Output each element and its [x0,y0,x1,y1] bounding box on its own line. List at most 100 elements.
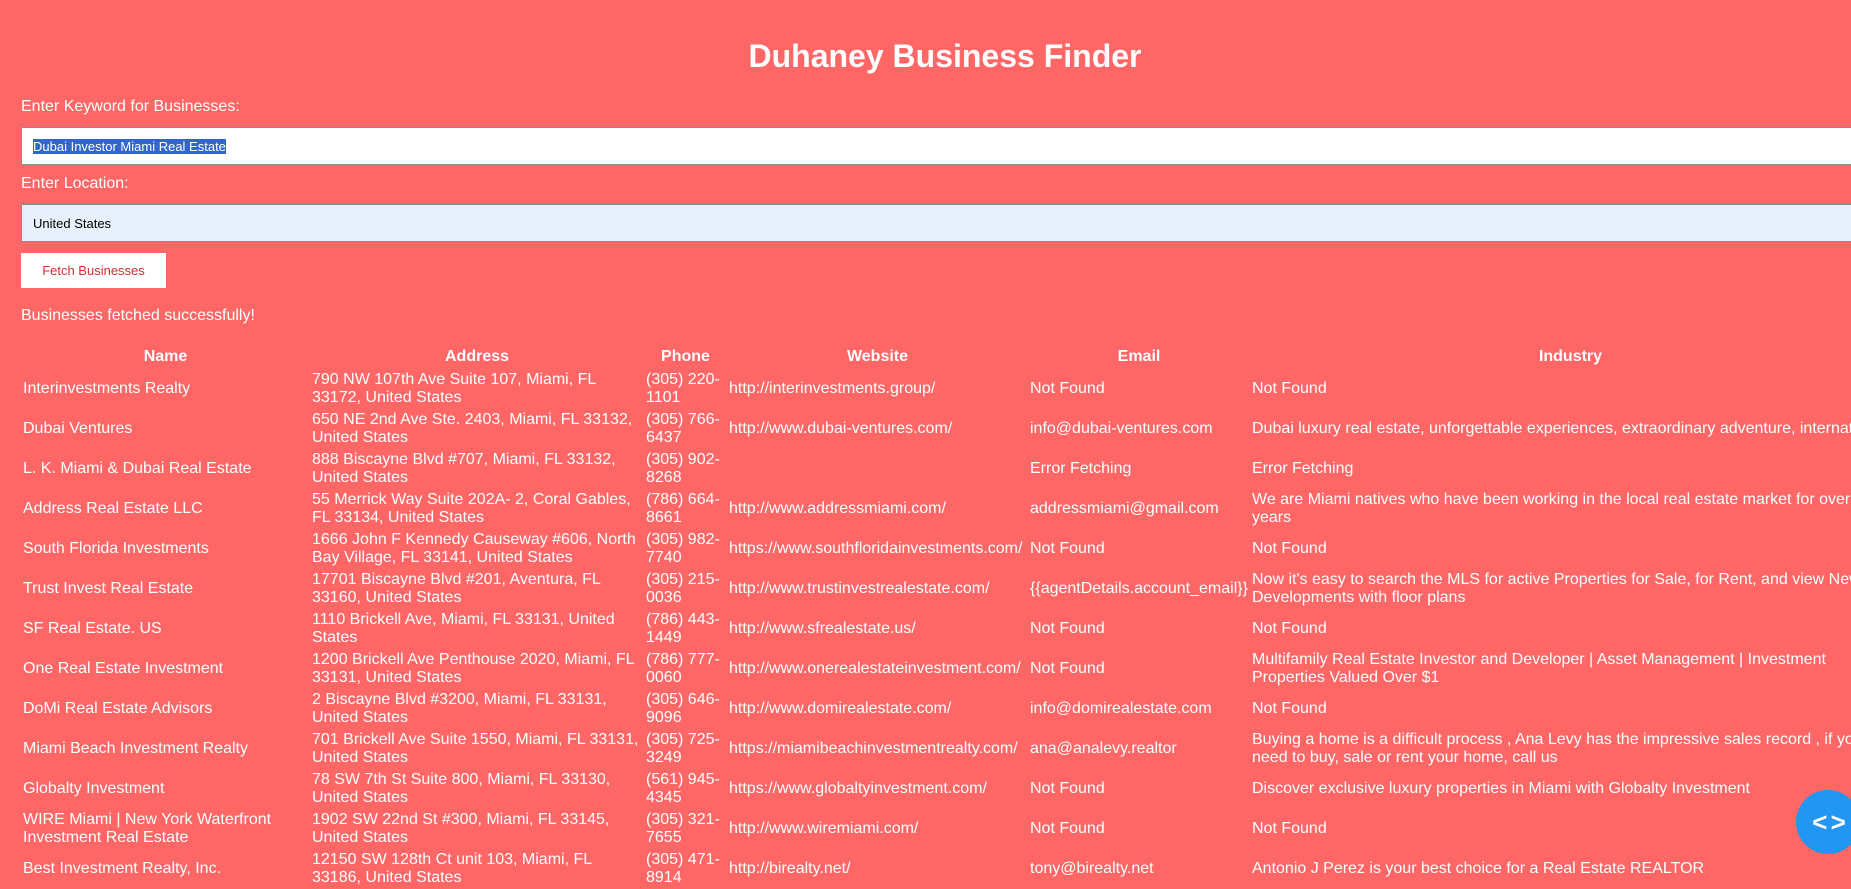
cell-phone: (305) 646-9096 [646,691,720,726]
cell-name: Best Investment Realty, Inc. [23,860,222,877]
cell-website: http://www.addressmiami.com/ [729,500,946,517]
cell-address: 78 SW 7th St Suite 800, Miami, FL 33130,… [312,771,611,806]
cell-email: tony@birealty.net [1030,860,1154,877]
header-phone: Phone [661,348,710,365]
header-website: Website [846,348,909,365]
page-title: Duhaney Business Finder [748,38,1142,74]
header-email: Email [1117,348,1161,365]
cell-industry: Discover exclusive luxury properties in … [1252,780,1750,797]
cell-phone: (305) 321-7655 [646,811,720,846]
cell-website: http://interinvestments.group/ [729,380,936,397]
cell-email: Not Found [1030,540,1105,557]
results-table: Name Address Phone Website Email Industr… [21,345,1851,889]
table-row: Best Investment Realty, Inc. 12150 SW 128… [21,849,1851,889]
cell-name: SF Real Estate. US [23,620,162,637]
table-row: Trust Invest Real Estate 17701 Biscayne B… [21,569,1851,609]
cell-email: Not Found [1030,660,1105,677]
results-body: Interinvestments Realty 790 NW 107th Ave … [21,369,1851,889]
cell-industry: Not Found [1252,620,1327,637]
cell-name: Dubai Ventures [23,420,133,437]
cell-phone: (786) 664-8661 [646,491,720,526]
cell-email: Not Found [1030,820,1105,837]
cell-industry: We are Miami natives who have been worki… [1252,491,1851,526]
cell-email: ana@analevy.realtor [1030,740,1177,757]
header-name: Name [143,348,188,365]
business-finder-page: Duhaney Business Finder Enter Keyword fo… [0,0,1851,886]
table-row: South Florida Investments 1666 John F Ken… [21,529,1851,569]
header-address: Address [444,348,510,365]
table-row: Dubai Ventures 650 NE 2nd Ave Ste. 2403, … [21,409,1851,449]
cell-name: Address Real Estate LLC [23,500,203,517]
cell-name: Interinvestments Realty [23,380,191,397]
location-input[interactable] [21,204,1851,242]
cell-industry: Multifamily Real Estate Investor and Dev… [1252,651,1826,686]
cell-name: WIRE Miami | New York Waterfront Investm… [23,811,272,846]
cell-industry: Dubai luxury real estate, unforgettable … [1252,420,1851,437]
table-row: L. K. Miami & Dubai Real Estate 888 Bisca… [21,449,1851,489]
cell-name: South Florida Investments [23,540,209,557]
cell-website: https://www.globaltyinvestment.com/ [729,780,987,797]
cell-address: 1110 Brickell Ave, Miami, FL 33131, Unit… [312,611,615,646]
cell-address: 650 NE 2nd Ave Ste. 2403, Miami, FL 3313… [312,411,633,446]
cell-address: 2 Biscayne Blvd #3200, Miami, FL 33131, … [312,691,607,726]
fetch-businesses-button[interactable]: Fetch Businesses [21,253,166,288]
cell-phone: (305) 220-1101 [646,371,720,406]
cell-website: http://www.dubai-ventures.com/ [729,420,953,437]
table-row: WIRE Miami | New York Waterfront Investm… [21,809,1851,849]
cell-email: info@dubai-ventures.com [1030,420,1213,437]
cell-phone: (305) 725-3249 [646,731,720,766]
keyword-label: Enter Keyword for Businesses: [21,98,240,115]
cell-phone: (561) 945-4345 [646,771,720,806]
table-row: Globalty Investment 78 SW 7th St Suite 80… [21,769,1851,809]
cell-address: 888 Biscayne Blvd #707, Miami, FL 33132,… [312,451,616,486]
cell-name: Trust Invest Real Estate [23,580,194,597]
cell-address: 55 Merrick Way Suite 202A- 2, Coral Gabl… [312,491,631,526]
cell-phone: (786) 443-1449 [646,611,720,646]
cell-industry: Not Found [1252,700,1327,717]
cell-industry: Now it's easy to search the MLS for acti… [1252,571,1851,606]
cell-email: Error Fetching [1030,460,1132,477]
cell-name: One Real Estate Investment [23,660,224,677]
cell-email: addressmiami@gmail.com [1030,500,1219,517]
cell-phone: (305) 982-7740 [646,531,720,566]
cell-website [727,449,1028,489]
cell-phone: (305) 766-6437 [646,411,720,446]
keyword-input[interactable]: Dubai Investor Miami Real Estate [21,127,1851,165]
cell-industry: Not Found [1252,820,1327,837]
header-industry: Industry [1538,348,1603,365]
location-label: Enter Location: [21,175,129,192]
cell-industry: Buying a home is a difficult process , A… [1252,731,1851,766]
cell-address: 1666 John F Kennedy Causeway #606, North… [312,531,636,566]
cell-address: 1902 SW 22nd St #300, Miami, FL 33145, U… [312,811,610,846]
cell-phone: (305) 902-8268 [646,451,720,486]
table-row: Interinvestments Realty 790 NW 107th Ave … [21,369,1851,409]
cell-industry: Error Fetching [1252,460,1354,477]
cell-phone: (786) 777-0060 [646,651,720,686]
cell-website: http://www.wiremiami.com/ [729,820,919,837]
cell-address: 790 NW 107th Ave Suite 107, Miami, FL 33… [312,371,596,406]
cell-website: http://www.domirealestate.com/ [729,700,952,717]
table-row: Miami Beach Investment Realty 701 Brickel… [21,729,1851,769]
cell-email: Not Found [1030,380,1105,397]
cell-phone: (305) 215-0036 [646,571,720,606]
cell-address: 17701 Biscayne Blvd #201, Aventura, FL 3… [312,571,601,606]
cell-name: L. K. Miami & Dubai Real Estate [23,460,252,477]
table-row: Address Real Estate LLC 55 Merrick Way Su… [21,489,1851,529]
cell-address: 701 Brickell Ave Suite 1550, Miami, FL 3… [312,731,639,766]
keyword-input-value: Dubai Investor Miami Real Estate [33,138,226,154]
cell-phone: (305) 471-8914 [646,851,720,886]
cell-name: Globalty Investment [23,780,165,797]
code-brackets-icon[interactable]: < > [1796,790,1851,854]
table-row: SF Real Estate. US 1110 Brickell Ave, Mia… [21,609,1851,649]
table-row: One Real Estate Investment 1200 Brickell … [21,649,1851,689]
cell-email: {{agentDetails.account_email}} [1030,580,1248,597]
cell-address: 1200 Brickell Ave Penthouse 2020, Miami,… [312,651,634,686]
table-row: DoMi Real Estate Advisors 2 Biscayne Blvd… [21,689,1851,729]
cell-name: Miami Beach Investment Realty [23,740,248,757]
cell-website: http://birealty.net/ [729,860,851,877]
table-header-row: Name Address Phone Website Email Industr… [21,345,1851,369]
cell-website: https://miamibeachinvestmentrealty.com/ [729,740,1018,757]
cell-website: https://www.southfloridainvestments.com/ [729,540,1023,557]
cell-industry: Not Found [1252,380,1327,397]
cell-email: Not Found [1030,780,1105,797]
